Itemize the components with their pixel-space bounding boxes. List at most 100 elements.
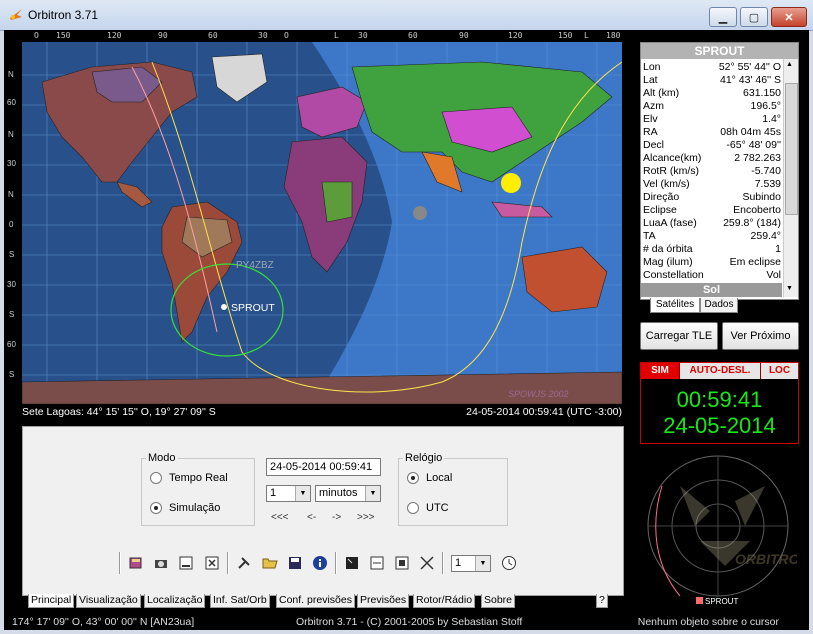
next-pass-button[interactable]: Ver Próximo xyxy=(722,322,799,350)
info-row: RA 08h 04m 45s xyxy=(643,126,781,139)
row-key: Alt (km) xyxy=(643,87,680,99)
scale-label: L xyxy=(334,31,339,40)
scale-label: 120 xyxy=(508,31,523,40)
info-icon[interactable] xyxy=(311,554,329,572)
clock-local-radio[interactable]: Local xyxy=(407,472,452,484)
sim-flag[interactable]: SIM xyxy=(641,363,680,379)
chevron-down-icon[interactable]: ▼ xyxy=(475,556,490,571)
book-icon[interactable] xyxy=(127,554,145,572)
radio-icon[interactable] xyxy=(150,502,162,514)
close-window-icon[interactable] xyxy=(203,554,221,572)
step-unit-select[interactable]: minutos ▼ xyxy=(315,485,381,502)
scale-label: 60 xyxy=(7,340,16,349)
row-value: 7.539 xyxy=(754,178,781,190)
fit-window-icon[interactable] xyxy=(393,554,411,572)
clock-panel: SIM AUTO-DESL. LOC 00:59:41 24-05-2014 xyxy=(640,362,799,444)
step-forward-button[interactable]: -> xyxy=(332,512,341,523)
scale-label: N xyxy=(8,130,14,139)
radio-icon[interactable] xyxy=(407,502,419,514)
clock-time: 00:59:41 xyxy=(676,387,763,412)
scale-label: 30 xyxy=(258,31,268,40)
step-back-button[interactable]: <- xyxy=(307,512,316,523)
info-scrollbar[interactable]: ▲ ▼ xyxy=(783,59,798,297)
forward-fast-button[interactable]: >>> xyxy=(357,512,375,523)
tab-previsoes[interactable]: Previsões xyxy=(357,594,410,608)
close-button[interactable]: ✕ xyxy=(771,7,807,27)
location-readout: Sete Lagoas: 44° 15' 15'' O, 19° 27' 09'… xyxy=(22,406,216,418)
row-key: TA xyxy=(643,230,656,242)
row-key: RA xyxy=(643,126,658,138)
tab-sobre[interactable]: Sobre xyxy=(481,594,516,608)
maximize-button[interactable]: ▢ xyxy=(740,7,768,27)
toolbar-count-select[interactable]: 1 ▼ xyxy=(451,555,491,572)
row-value: 259.8° (184) xyxy=(723,217,781,229)
tab-satelites[interactable]: Satélites xyxy=(650,298,700,313)
radar-sat-label: SPROUT xyxy=(705,597,738,606)
row-key: RotR (km/s) xyxy=(643,165,699,177)
info-row: LuaA (fase) 259.8° (184) xyxy=(643,217,781,230)
scroll-up-icon[interactable]: ▲ xyxy=(786,61,793,68)
radio-label: Tempo Real xyxy=(169,472,228,484)
scale-label: S xyxy=(9,310,15,319)
tab-localizacao[interactable]: Localização xyxy=(144,594,206,608)
info-row: Lat 41° 43' 46'' S xyxy=(643,74,781,87)
window-title: Orbitron 3.71 xyxy=(28,8,99,22)
info-row: Lon 52° 55' 44'' O xyxy=(643,61,781,74)
row-key: Alcance(km) xyxy=(643,152,702,164)
tab-inf-sat-orb[interactable]: Inf. Sat/Orb xyxy=(210,594,270,608)
step-value: 1 xyxy=(270,487,277,499)
auto-off-flag[interactable]: AUTO-DESL. xyxy=(680,363,761,379)
row-value: 259.4° xyxy=(750,230,781,242)
scale-label: 30 xyxy=(7,280,16,289)
radio-icon[interactable] xyxy=(150,472,162,484)
info-row: Alt (km) 631.150 xyxy=(643,87,781,100)
row-key: Elv xyxy=(643,113,658,125)
radio-icon[interactable] xyxy=(407,472,419,484)
tab-principal[interactable]: Principal xyxy=(28,594,75,608)
scale-label: 120 xyxy=(107,31,122,40)
row-value: 08h 04m 45s xyxy=(720,126,781,138)
expand-icon[interactable] xyxy=(418,554,436,572)
satellite-label: SPROUT xyxy=(231,302,275,314)
fit-width-icon[interactable] xyxy=(368,554,386,572)
satellite-info-panel: SPROUT Lon 52° 55' 44'' O Lat 41° 43' 46''… xyxy=(640,42,799,300)
open-folder-icon[interactable] xyxy=(261,554,279,572)
world-map[interactable]: SPROUT PY4ZBZ SPOWJS 2002 xyxy=(22,42,622,404)
clock-icon[interactable] xyxy=(500,554,518,572)
scale-label: 60 xyxy=(408,31,418,40)
load-tle-button[interactable]: Carregar TLE xyxy=(640,322,718,350)
tools-icon[interactable] xyxy=(235,554,253,572)
camera-icon[interactable] xyxy=(152,554,170,572)
save-icon[interactable] xyxy=(286,554,304,572)
tab-conf-previsoes[interactable]: Conf. previsões xyxy=(276,594,355,608)
loc-flag[interactable]: LOC xyxy=(761,363,798,379)
step-value-select[interactable]: 1 ▼ xyxy=(266,485,311,502)
info-row: Alcance(km) 2 782.263 xyxy=(643,152,781,165)
info-row: Azm 196.5° xyxy=(643,100,781,113)
scroll-down-icon[interactable]: ▼ xyxy=(786,285,793,292)
tab-rotor-radio[interactable]: Rotor/Rádio xyxy=(413,594,476,608)
clock-utc-radio[interactable]: UTC xyxy=(407,502,449,514)
tab-dados[interactable]: Dados xyxy=(700,298,738,313)
minimize-button[interactable]: ▁ xyxy=(709,7,737,27)
step-unit: minutos xyxy=(319,487,358,499)
chevron-down-icon[interactable]: ▼ xyxy=(365,486,380,501)
mode-sim-radio[interactable]: Simulação xyxy=(150,502,220,514)
row-key: Mag (ilum) xyxy=(643,256,693,268)
tab-visualizacao[interactable]: Visualização xyxy=(76,594,141,608)
info-row: RotR (km/s) -5.740 xyxy=(643,165,781,178)
row-key: # da órbita xyxy=(643,243,693,255)
datetime-input[interactable]: 24-05-2014 00:59:41 xyxy=(266,458,381,476)
minimize-to-tray-icon[interactable] xyxy=(177,554,195,572)
row-value: 41° 43' 46'' S xyxy=(719,74,781,86)
station-label: PY4ZBZ xyxy=(236,260,274,271)
chevron-down-icon[interactable]: ▼ xyxy=(295,486,310,501)
scale-label: O xyxy=(34,31,39,40)
help-tab[interactable]: ? xyxy=(596,594,608,608)
row-value: Em eclipse xyxy=(729,256,781,268)
scroll-thumb[interactable] xyxy=(785,83,798,215)
fullscreen-map-icon[interactable] xyxy=(343,554,361,572)
row-value: Subindo xyxy=(742,191,781,203)
rewind-fast-button[interactable]: <<< xyxy=(271,512,289,523)
mode-real-radio[interactable]: Tempo Real xyxy=(150,472,228,484)
